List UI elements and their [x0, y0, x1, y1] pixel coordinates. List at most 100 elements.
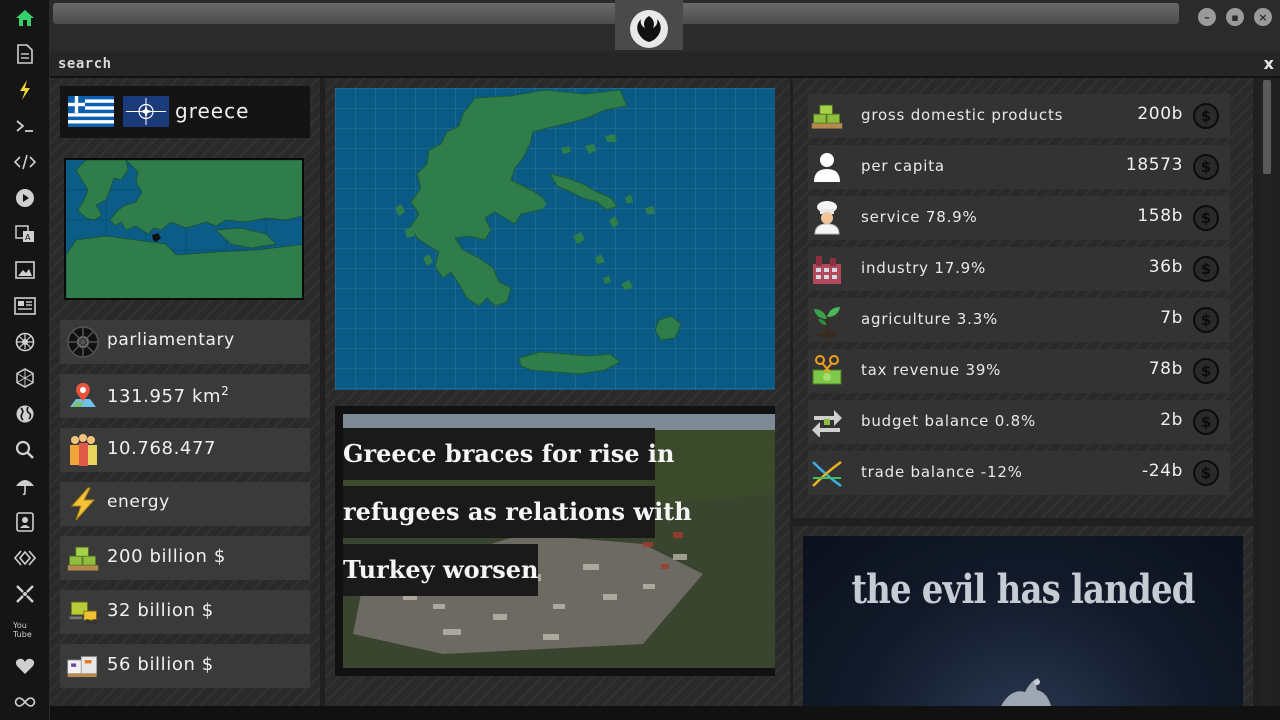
dollar-icon[interactable]: $: [1193, 205, 1219, 231]
dollar-icon[interactable]: $: [1193, 409, 1219, 435]
youtube-icon-text: You Tube: [13, 621, 32, 639]
dollar-icon[interactable]: $: [1193, 256, 1219, 282]
stat-label: budget balance 0.8%: [861, 412, 1037, 430]
news-headline-line-2: refugees as relations with: [343, 486, 692, 538]
stat-row-budget-balance[interactable]: budget balance 0.8% 2b $: [808, 400, 1230, 444]
minimize-button[interactable]: –: [1198, 8, 1216, 26]
stat-value: 200b: [1137, 104, 1183, 124]
gdp-text: 200 billion $: [107, 546, 226, 567]
stat-row-tax-revenue[interactable]: tax revenue 39% 78b $: [808, 349, 1230, 393]
person-icon: [810, 150, 844, 184]
umbrella-icon[interactable]: [13, 474, 37, 498]
population-text: 10.768.477: [107, 438, 217, 459]
factory-icon: [810, 252, 844, 286]
home-icon[interactable]: [13, 6, 37, 30]
stat-row-trade-balance[interactable]: trade balance -12% -24b $: [808, 451, 1230, 495]
stat-label: service 78.9%: [861, 208, 978, 226]
world-minimap[interactable]: [64, 158, 304, 300]
stat-label: trade balance -12%: [861, 463, 1023, 481]
stat-label: gross domestic products: [861, 106, 1064, 124]
restore-button[interactable]: ▪: [1226, 8, 1244, 26]
heart-icon[interactable]: [13, 654, 37, 678]
terminal-icon[interactable]: [13, 114, 37, 138]
translate-icon[interactable]: A: [13, 222, 37, 246]
left-dock: A You Tube: [0, 0, 50, 720]
app-window: A You Tube – ▪ × search x greece parliam…: [0, 0, 1280, 720]
newspaper-icon[interactable]: [13, 294, 37, 318]
hexagon-icon[interactable]: [13, 366, 37, 390]
greece-map[interactable]: [335, 88, 775, 390]
ad-panel: the evil has landed: [793, 526, 1253, 716]
ad-banner[interactable]: the evil has landed: [803, 536, 1243, 711]
news-headline-line-3: Turkey worsen: [343, 544, 539, 596]
stat-value: 7b: [1160, 308, 1183, 328]
stat-label: industry 17.9%: [861, 259, 987, 277]
svg-text:A: A: [25, 233, 31, 242]
youtube-icon[interactable]: You Tube: [13, 618, 37, 642]
contact-icon[interactable]: [13, 510, 37, 534]
map-news-panel: Greece braces for rise in refugees as re…: [325, 78, 790, 708]
stat-label: tax revenue 39%: [861, 361, 1002, 379]
area-unit-exponent: 2: [221, 384, 230, 398]
search-bar[interactable]: search x: [50, 52, 1280, 78]
money-stack-icon: [810, 99, 844, 133]
bolt-icon[interactable]: [13, 78, 37, 102]
country-header: greece: [60, 86, 310, 138]
empire-icon[interactable]: [13, 330, 37, 354]
industry-value-row: 32 billion $: [60, 590, 310, 634]
document-icon[interactable]: [13, 42, 37, 66]
image-icon[interactable]: [13, 258, 37, 282]
rebel-emblem-tab[interactable]: [615, 0, 683, 50]
stat-value: -24b: [1142, 461, 1183, 481]
stat-row-per-capita[interactable]: per capita 18573 $: [808, 145, 1230, 189]
scrollbar-thumb[interactable]: [1263, 80, 1271, 174]
news-headline-line-1: Greece braces for rise in: [343, 428, 674, 480]
infinity-icon[interactable]: [13, 690, 37, 714]
lightning-icon: [66, 487, 100, 521]
greece-flag-icon: [68, 96, 114, 127]
news-photo: Greece braces for rise in refugees as re…: [343, 414, 775, 668]
play-icon[interactable]: [13, 186, 37, 210]
dollar-icon[interactable]: $: [1193, 460, 1219, 486]
stat-row-industry[interactable]: industry 17.9% 36b $: [808, 247, 1230, 291]
government-row: parliamentary: [60, 320, 310, 364]
close-window-button[interactable]: ×: [1254, 8, 1272, 26]
stat-label: per capita: [861, 157, 945, 175]
area-row: 131.957 km2: [60, 374, 310, 418]
sector-text: energy: [107, 492, 170, 512]
sprout-icon: [810, 303, 844, 337]
stat-row-gdp[interactable]: gross domestic products 200b $: [808, 94, 1230, 138]
main-content: greece parliamentary 131.957 km2 10.768.…: [50, 78, 1280, 716]
dollar-icon[interactable]: $: [1193, 307, 1219, 333]
dollar-icon[interactable]: $: [1193, 358, 1219, 384]
stat-value: 78b: [1148, 359, 1183, 379]
scrollbar-track[interactable]: [1260, 78, 1274, 708]
globe-icon[interactable]: [13, 402, 37, 426]
trade-value-text: 56 billion $: [107, 654, 214, 675]
stat-value: 18573: [1125, 155, 1183, 175]
ad-headline: the evil has landed: [851, 566, 1195, 613]
country-name: greece: [175, 99, 250, 123]
stat-label: agriculture 3.3%: [861, 310, 999, 328]
economy-stats-panel: gross domestic products 200b $ per capit…: [793, 78, 1253, 518]
search-close-button[interactable]: x: [1264, 54, 1274, 73]
code-icon[interactable]: [13, 150, 37, 174]
stat-row-agriculture[interactable]: agriculture 3.3% 7b $: [808, 298, 1230, 342]
news-card[interactable]: Greece braces for rise in refugees as re…: [335, 406, 775, 676]
scissors-money-icon: [810, 354, 844, 388]
map-pin-icon: [66, 380, 100, 412]
exchange-icon: [810, 405, 844, 439]
dollar-icon[interactable]: $: [1193, 154, 1219, 180]
stat-value: 36b: [1148, 257, 1183, 277]
status-bar: [50, 706, 1280, 720]
crosshair-icon[interactable]: [13, 582, 37, 606]
stat-row-service[interactable]: service 78.9% 158b $: [808, 196, 1230, 240]
area-value: 131.957 km: [107, 386, 222, 407]
stat-value: 158b: [1137, 206, 1183, 226]
dollar-icon[interactable]: $: [1193, 103, 1219, 129]
stat-value: 2b: [1160, 410, 1183, 430]
search-icon[interactable]: [13, 438, 37, 462]
country-overview-panel: greece parliamentary 131.957 km2 10.768.…: [50, 78, 320, 708]
forklift-money-icon: [66, 596, 100, 628]
diamond-code-icon[interactable]: [13, 546, 37, 570]
